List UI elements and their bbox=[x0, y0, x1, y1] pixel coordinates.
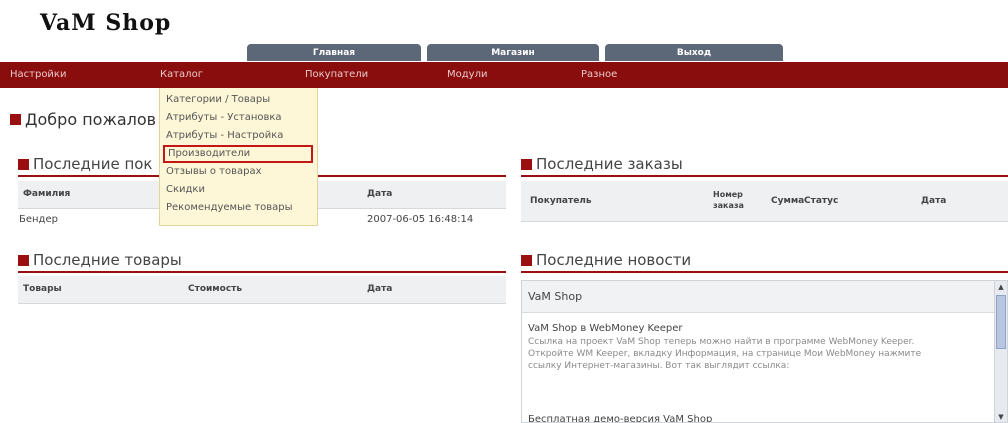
dropdown-item-reviews[interactable]: Отзывы о товарах bbox=[160, 163, 317, 181]
col-header-date: Дата bbox=[367, 189, 393, 199]
menu-item-settings[interactable]: Настройки bbox=[10, 62, 66, 88]
scroll-down-icon[interactable]: ▼ bbox=[995, 411, 1007, 422]
site-logo: VaM Shop bbox=[40, 10, 172, 36]
section-divider bbox=[521, 175, 1008, 177]
col-header-product: Товары bbox=[23, 284, 62, 294]
welcome-heading: Добро пожалов bbox=[10, 110, 156, 129]
catalog-dropdown-menu: Категории / Товары Атрибуты - Установка … bbox=[159, 88, 318, 226]
bullet-square-icon bbox=[18, 158, 29, 170]
menu-item-modules[interactable]: Модули bbox=[447, 62, 487, 88]
dropdown-item-categories[interactable]: Категории / Товары bbox=[160, 91, 317, 109]
top-tabs: Главная Магазин Выход bbox=[247, 44, 783, 61]
scroll-thumb[interactable] bbox=[996, 295, 1006, 349]
scroll-up-icon[interactable]: ▲ bbox=[995, 281, 1007, 293]
dropdown-item-discounts[interactable]: Скидки bbox=[160, 181, 317, 199]
bullet-square-icon bbox=[10, 114, 21, 125]
main-menu-bar: Настройки Каталог Покупатели Модули Разн… bbox=[0, 62, 1008, 88]
col-header-customer: Покупатель bbox=[530, 196, 592, 206]
col-header-date: Дата bbox=[921, 196, 947, 206]
col-header-date: Дата bbox=[367, 284, 393, 294]
dropdown-item-attributes-install[interactable]: Атрибуты - Установка bbox=[160, 109, 317, 127]
col-header-price: Стоимость bbox=[188, 284, 243, 294]
customer-date-cell: 2007-06-05 16:48:14 bbox=[367, 214, 474, 225]
section-divider bbox=[18, 271, 506, 273]
news-item-title[interactable]: VaM Shop в WebMoney Keeper bbox=[528, 323, 948, 334]
welcome-text: Добро пожалов bbox=[25, 110, 157, 129]
news-feed-title: VaM Shop bbox=[522, 281, 1007, 313]
menu-item-misc[interactable]: Разное bbox=[581, 62, 617, 88]
news-panel: VaM Shop VaM Shop в WebMoney Keeper Ссыл… bbox=[521, 280, 1008, 423]
col-header-sum: Сумма bbox=[771, 196, 805, 206]
tab-home[interactable]: Главная bbox=[247, 44, 421, 61]
menu-item-customers[interactable]: Покупатели bbox=[305, 62, 368, 88]
col-header-order-number: Номер заказа bbox=[713, 190, 744, 210]
last-customers-title: Последние пок bbox=[18, 155, 153, 173]
bullet-square-icon bbox=[521, 158, 532, 170]
news-item-title[interactable]: Бесплатная демо-версия VaM Shop bbox=[528, 414, 712, 422]
last-products-title: Последние товары bbox=[18, 251, 182, 269]
menu-item-catalog[interactable]: Каталог bbox=[160, 62, 203, 88]
last-news-title: Последние новости bbox=[521, 251, 691, 269]
col-header-name: Фамилия bbox=[23, 189, 71, 199]
last-orders-title: Последние заказы bbox=[521, 155, 683, 173]
col-header-status: Статус bbox=[804, 196, 839, 206]
news-item-body: Ссылка на проект VaM Shop теперь можно н… bbox=[528, 337, 922, 371]
bullet-square-icon bbox=[18, 254, 29, 266]
tab-shop[interactable]: Магазин bbox=[427, 44, 599, 61]
dropdown-item-manufacturers[interactable]: Производители bbox=[163, 145, 313, 163]
orders-table-header: Покупатель Номер заказа Сумма Статус Дат… bbox=[521, 181, 1008, 222]
tab-logout[interactable]: Выход bbox=[605, 44, 783, 61]
news-scrollbar[interactable]: ▲ ▼ bbox=[994, 281, 1007, 422]
dropdown-item-attributes-settings[interactable]: Атрибуты - Настройка bbox=[160, 127, 317, 145]
products-table-header: Товары Стоимость Дата bbox=[18, 276, 506, 304]
bullet-square-icon bbox=[521, 254, 532, 266]
customer-name-cell[interactable]: Бендер bbox=[19, 214, 58, 225]
section-divider bbox=[521, 271, 1008, 273]
news-item: VaM Shop в WebMoney Keeper Ссылка на про… bbox=[528, 323, 948, 372]
dropdown-item-featured[interactable]: Рекомендуемые товары bbox=[160, 199, 317, 217]
